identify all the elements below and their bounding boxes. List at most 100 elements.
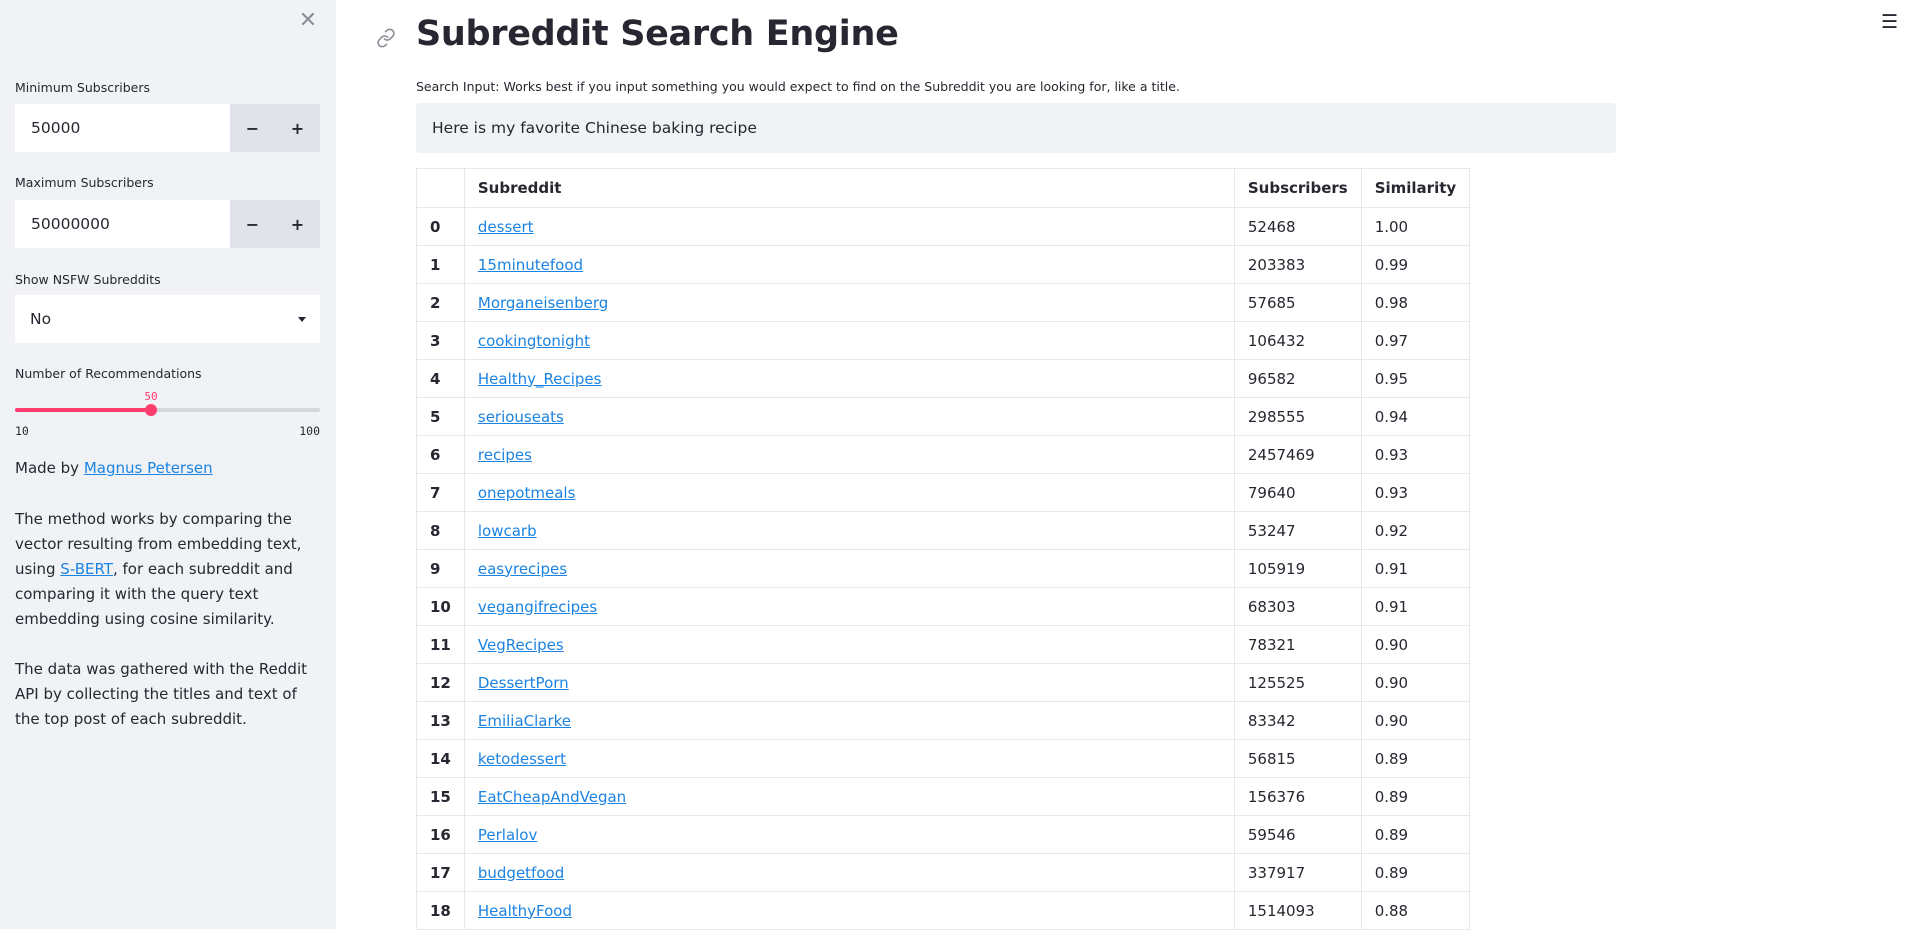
subreddit-link[interactable]: 15minutefood: [478, 256, 583, 274]
row-index: 8: [416, 511, 465, 550]
results-table: Subreddit Subscribers Similarity 0 desser…: [416, 168, 1471, 930]
subreddit-link[interactable]: budgetfood: [478, 864, 564, 882]
similarity-cell: 0.93: [1360, 435, 1471, 474]
subreddit-link[interactable]: EatCheapAndVegan: [478, 788, 626, 806]
row-index: 9: [416, 549, 465, 588]
made-by-text: Made by Magnus Petersen: [15, 456, 320, 481]
subreddit-cell: ketodessert: [463, 739, 1235, 778]
min-subscribers-field[interactable]: 50000: [15, 104, 230, 152]
similarity-cell: 0.89: [1360, 777, 1471, 816]
subreddit-cell: easyrecipes: [463, 549, 1235, 588]
similarity-cell: 0.89: [1360, 853, 1471, 892]
max-subscribers-label: Maximum Subscribers: [15, 175, 154, 190]
subreddit-link[interactable]: DessertPorn: [478, 674, 569, 692]
method-description: The method works by comparing the vector…: [15, 507, 320, 632]
subreddit-link[interactable]: recipes: [478, 446, 532, 464]
table-row: 10 vegangifrecipes 68303 0.91: [416, 587, 1471, 626]
subreddit-link[interactable]: cookingtonight: [478, 332, 590, 350]
header-index[interactable]: [416, 168, 465, 208]
subreddit-link[interactable]: onepotmeals: [478, 484, 576, 502]
table-row: 8 lowcarb 53247 0.92: [416, 511, 1471, 550]
max-subscribers-increment-button[interactable]: +: [275, 200, 320, 248]
similarity-cell: 0.99: [1360, 245, 1471, 284]
data-description: The data was gathered with the Reddit AP…: [15, 660, 307, 728]
subreddit-link[interactable]: dessert: [478, 218, 534, 236]
subreddit-link[interactable]: VegRecipes: [478, 636, 564, 654]
max-subscribers-decrement-button[interactable]: −: [230, 200, 275, 248]
subreddit-link[interactable]: HealthyFood: [478, 902, 572, 920]
subreddit-link[interactable]: vegangifrecipes: [478, 598, 597, 616]
subreddit-link[interactable]: Perlalov: [478, 826, 538, 844]
subreddit-cell: 15minutefood: [463, 245, 1235, 284]
subreddit-cell: DessertPorn: [463, 663, 1235, 702]
similarity-cell: 0.95: [1360, 359, 1471, 398]
subscribers-cell: 79640: [1233, 473, 1362, 512]
min-subscribers-increment-button[interactable]: +: [275, 104, 320, 152]
subreddit-link[interactable]: seriouseats: [478, 408, 564, 426]
subreddit-cell: EatCheapAndVegan: [463, 777, 1235, 816]
row-index: 15: [416, 777, 465, 816]
row-index: 12: [416, 663, 465, 702]
hamburger-icon[interactable]: ☰: [1881, 12, 1899, 32]
nsfw-select[interactable]: No: [15, 295, 320, 343]
main-content: ☰ Subreddit Search Engine Search Input: …: [336, 0, 1913, 930]
table-row: 13 EmiliaClarke 83342 0.90: [416, 701, 1471, 740]
subreddit-cell: EmiliaClarke: [463, 701, 1235, 740]
row-index: 16: [416, 815, 465, 854]
subreddit-cell: seriouseats: [463, 397, 1235, 436]
nsfw-label: Show NSFW Subreddits: [15, 272, 161, 287]
author-link[interactable]: Magnus Petersen: [84, 459, 213, 477]
search-input[interactable]: Here is my favorite Chinese baking recip…: [416, 103, 1616, 153]
table-header-row: Subreddit Subscribers Similarity: [416, 168, 1471, 208]
header-similarity[interactable]: Similarity: [1360, 168, 1471, 208]
slider-fill: [15, 408, 151, 412]
similarity-cell: 0.98: [1360, 283, 1471, 322]
table-row: 18 HealthyFood 1514093 0.88: [416, 891, 1471, 930]
table-row: 7 onepotmeals 79640 0.93: [416, 473, 1471, 512]
row-index: 5: [416, 397, 465, 436]
link-icon[interactable]: [376, 28, 396, 48]
row-index: 3: [416, 321, 465, 360]
row-index: 11: [416, 625, 465, 664]
slider-thumb[interactable]: [145, 404, 157, 416]
recommendations-slider[interactable]: 50 10 100: [15, 390, 320, 438]
min-subscribers-decrement-button[interactable]: −: [230, 104, 275, 152]
min-subscribers-label: Minimum Subscribers: [15, 80, 150, 95]
sbert-link[interactable]: S-BERT: [60, 560, 113, 578]
row-index: 6: [416, 435, 465, 474]
header-subreddit[interactable]: Subreddit: [463, 168, 1235, 208]
subreddit-cell: HealthyFood: [463, 891, 1235, 930]
subreddit-cell: cookingtonight: [463, 321, 1235, 360]
subreddit-link[interactable]: ketodessert: [478, 750, 566, 768]
subreddit-link[interactable]: lowcarb: [478, 522, 537, 540]
subreddit-link[interactable]: Healthy_Recipes: [478, 370, 602, 388]
subscribers-cell: 106432: [1233, 321, 1362, 360]
subscribers-cell: 83342: [1233, 701, 1362, 740]
subscribers-cell: 56815: [1233, 739, 1362, 778]
subscribers-cell: 96582: [1233, 359, 1362, 398]
table-row: 14 ketodessert 56815 0.89: [416, 739, 1471, 778]
subscribers-cell: 337917: [1233, 853, 1362, 892]
nsfw-selected-value: No: [30, 310, 52, 328]
subreddit-link[interactable]: EmiliaClarke: [478, 712, 571, 730]
max-subscribers-field[interactable]: 50000000: [15, 200, 230, 248]
chevron-down-icon: [298, 316, 306, 322]
subreddit-cell: Healthy_Recipes: [463, 359, 1235, 398]
similarity-cell: 0.90: [1360, 701, 1471, 740]
similarity-cell: 0.90: [1360, 625, 1471, 664]
table-row: 6 recipes 2457469 0.93: [416, 435, 1471, 474]
table-row: 5 seriouseats 298555 0.94: [416, 397, 1471, 436]
close-icon[interactable]: ✕: [297, 10, 319, 32]
similarity-cell: 0.91: [1360, 587, 1471, 626]
header-subscribers[interactable]: Subscribers: [1233, 168, 1362, 208]
similarity-cell: 0.92: [1360, 511, 1471, 550]
table-row: 9 easyrecipes 105919 0.91: [416, 549, 1471, 588]
subreddit-link[interactable]: Morganeisenberg: [478, 294, 608, 312]
made-by-prefix: Made by: [15, 459, 84, 477]
row-index: 17: [416, 853, 465, 892]
row-index: 7: [416, 473, 465, 512]
subscribers-cell: 125525: [1233, 663, 1362, 702]
subscribers-cell: 78321: [1233, 625, 1362, 664]
subreddit-link[interactable]: easyrecipes: [478, 560, 567, 578]
table-row: 0 dessert 52468 1.00: [416, 207, 1471, 246]
